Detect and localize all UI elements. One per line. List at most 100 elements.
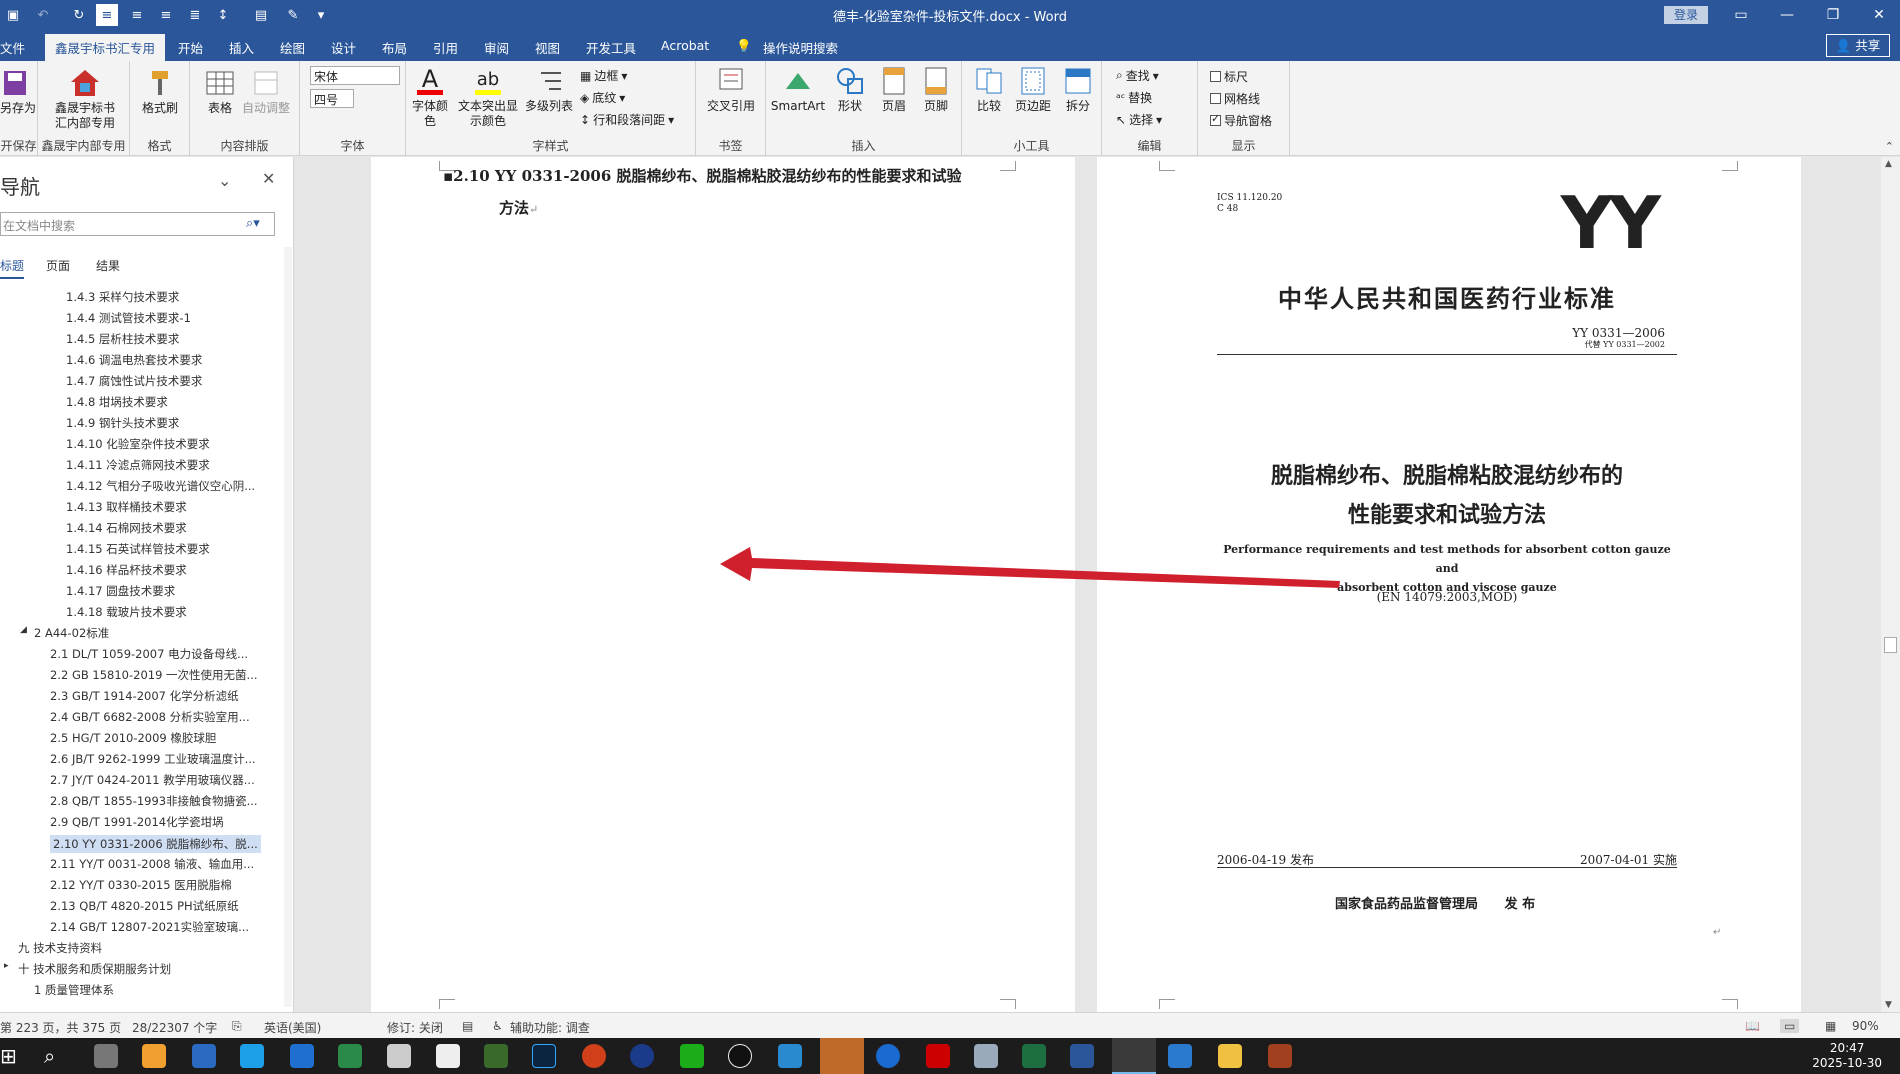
nav-heading-item[interactable]: 2.13 QB/T 4820-2015 PH试纸原纸 [50, 898, 239, 914]
nav-heading-item[interactable]: 2.12 YY/T 0330-2015 医用脱脂棉 [50, 877, 232, 893]
header-button[interactable]: 页眉 [874, 65, 914, 114]
close-icon[interactable]: ✕ [1856, 2, 1900, 28]
search-icon[interactable]: ⌕▾ [246, 216, 260, 231]
format-painter-button[interactable]: 格式刷 [142, 67, 178, 116]
find-button[interactable]: ⌕ 查找 ▾ [1116, 67, 1159, 84]
nav-pane-checkbox[interactable]: 导航窗格 [1210, 112, 1272, 129]
status-words[interactable]: 28/22307 个字 [132, 1019, 217, 1036]
camera-app-icon[interactable] [142, 1044, 166, 1068]
status-accessibility[interactable]: 辅助功能: 调查 [510, 1019, 590, 1036]
border-button[interactable]: ▦ 边框 ▾ [580, 67, 627, 84]
tell-me-search[interactable]: 操作说明搜索 [763, 38, 838, 57]
read-mode-icon[interactable]: 📖 [1745, 1019, 1760, 1033]
nav-heading-item[interactable]: 1.4.8 坩埚技术要求 [66, 394, 168, 410]
nav-heading-item[interactable]: 2.6 JB/T 9262-1999 工业玻璃温度计... [50, 751, 256, 767]
smartart-button[interactable]: SmartArt [770, 65, 826, 114]
word-icon[interactable] [1070, 1044, 1094, 1068]
macro-icon[interactable]: ▤ [462, 1019, 473, 1033]
print-layout-icon[interactable]: ▭ [1780, 1019, 1800, 1033]
wave-app-icon[interactable] [778, 1044, 802, 1068]
search-taskbar-icon[interactable]: ⌕ [44, 1044, 68, 1068]
nav-heading-item[interactable]: 1.4.4 测试管技术要求-1 [66, 310, 191, 326]
qq-icon[interactable] [728, 1044, 752, 1068]
status-zoom[interactable]: 90% [1852, 1019, 1879, 1033]
status-track[interactable]: 修订: 关闭 [387, 1019, 443, 1036]
status-page[interactable]: 第 223 页，共 375 页 [0, 1019, 121, 1036]
tab-developer[interactable]: 开发工具 [586, 38, 636, 57]
web-layout-icon[interactable]: ▦ [1825, 1019, 1836, 1033]
tab-design[interactable]: 设计 [331, 38, 356, 57]
login-button[interactable]: 登录 [1664, 6, 1708, 24]
xmind-icon[interactable] [338, 1044, 362, 1068]
nav-tab-headings[interactable]: 标题 [0, 257, 25, 279]
app-icon[interactable] [630, 1044, 654, 1068]
shading-button[interactable]: ◈ 底纹 ▾ [580, 89, 625, 106]
vertical-scrollbar[interactable]: ▲ ▼ [1881, 157, 1900, 1012]
nav-heading-item[interactable]: 1.4.16 样品杯技术要求 [66, 562, 187, 578]
nav-heading-item[interactable]: 2.1 DL/T 1059-2007 电力设备母线... [50, 646, 248, 662]
xsy-button[interactable]: 鑫晟宇标书汇内部专用 [52, 67, 118, 131]
highlight-button[interactable]: ab 文本突出显示颜色 [458, 65, 518, 129]
gridlines-check[interactable] [1210, 93, 1221, 104]
scroll-thumb[interactable] [1884, 637, 1897, 653]
nav-heading-item[interactable]: 2.7 JY/T 0424-2011 教学用玻璃仪器... [50, 772, 255, 788]
shapes-button[interactable]: 形状 [830, 65, 870, 114]
share-button[interactable]: 👤 共享 [1826, 34, 1890, 57]
nav-search-input[interactable]: 在文档中搜索 [0, 212, 275, 236]
nav-pane-check[interactable] [1210, 112, 1221, 126]
notepad-icon[interactable] [436, 1044, 460, 1068]
acrobat-icon[interactable] [926, 1044, 950, 1068]
nav-heading-item[interactable]: 1.4.3 采样勺技术要求 [66, 289, 179, 305]
save-as-button[interactable]: 另存为 [0, 67, 36, 116]
gridlines-checkbox[interactable]: 网格线 [1210, 90, 1260, 107]
wechat-icon[interactable] [680, 1044, 704, 1068]
nav-heading-item[interactable]: 2.14 GB/T 12807-2021实验室玻璃... [50, 919, 249, 935]
calculator-icon[interactable] [94, 1044, 118, 1068]
nav-heading-item[interactable]: 1.4.18 载玻片技术要求 [66, 604, 187, 620]
cross-ref-button[interactable]: 交叉引用 [702, 65, 760, 114]
font-size-combo[interactable]: 四号 [310, 89, 354, 108]
doc-heading-line2[interactable]: 方法↵ [499, 197, 538, 218]
nav-heading-item[interactable]: 1.4.7 腐蚀性试片技术要求 [66, 373, 202, 389]
tasks-app-icon[interactable] [240, 1044, 264, 1068]
nav-heading-item[interactable]: 1 质量管理体系 [34, 982, 114, 998]
nav-heading-item[interactable]: 1.4.10 化验室杂件技术要求 [66, 436, 210, 452]
nav-heading-item[interactable]: 十 技术服务和质保期服务计划 [18, 961, 171, 977]
line-spacing-button[interactable]: ↕ 行和段落间距 ▾ [580, 111, 674, 128]
nav-heading-item[interactable]: 2.11 YY/T 0031-2008 输液、输血用... [50, 856, 254, 872]
tab-insert[interactable]: 插入 [229, 38, 254, 57]
status-language[interactable]: 英语(美国) [264, 1019, 321, 1036]
multilevel-button[interactable]: 多级列表 [524, 65, 574, 114]
ruler-check[interactable] [1210, 71, 1221, 82]
nav-close-icon[interactable]: ✕ [262, 169, 275, 188]
nav-heading-item[interactable]: 1.4.15 石英试样管技术要求 [66, 541, 210, 557]
nav-heading-item[interactable]: 1.4.9 钢针头技术要求 [66, 415, 179, 431]
nav-heading-item[interactable]: 1.4.11 冷滤点筛网技术要求 [66, 457, 210, 473]
tab-review[interactable]: 审阅 [484, 38, 509, 57]
archive-icon[interactable] [1268, 1044, 1292, 1068]
font-name-combo[interactable]: 宋体 [310, 66, 400, 85]
scroll-up-icon[interactable]: ▲ [1885, 159, 1892, 169]
save-app-icon[interactable] [1168, 1044, 1192, 1068]
tab-file[interactable]: 文件 [0, 38, 25, 57]
nav-heading-item[interactable]: 2.4 GB/T 6682-2008 分析实验室用... [50, 709, 250, 725]
collapse-toggle-icon[interactable]: ▸ [4, 961, 9, 971]
nav-heading-item[interactable]: 1.4.5 层析柱技术要求 [66, 331, 179, 347]
tab-acrobat[interactable]: Acrobat [661, 38, 709, 53]
pen-app-icon[interactable] [484, 1044, 508, 1068]
tab-xsy[interactable]: 鑫晟宇标书汇专用 [45, 34, 166, 61]
margins-button[interactable]: 页边距 [1012, 65, 1054, 114]
tab-home[interactable]: 开始 [178, 38, 203, 57]
active-app-icon[interactable] [1112, 1038, 1156, 1074]
nav-heading-item[interactable]: 九 技术支持资料 [18, 940, 102, 956]
footer-button[interactable]: 页脚 [916, 65, 956, 114]
network-app-icon[interactable] [192, 1044, 216, 1068]
cleaner-app-icon[interactable] [387, 1044, 411, 1068]
compare-button[interactable]: 比较 [970, 65, 1008, 114]
nav-heading-item[interactable]: 2.5 HG/T 2010-2009 橡胶球胆 [50, 730, 216, 746]
auto-adjust-button[interactable]: 自动调整 [242, 67, 290, 116]
select-button[interactable]: ↖ 选择 ▾ [1116, 111, 1162, 128]
nav-heading-item[interactable]: 1.4.12 气相分子吸收光谱仪空心阴... [66, 478, 255, 494]
nav-heading-item[interactable]: 2.9 QB/T 1991-2014化学瓷坩埚 [50, 814, 224, 830]
table-button[interactable]: 表格 [204, 67, 236, 116]
